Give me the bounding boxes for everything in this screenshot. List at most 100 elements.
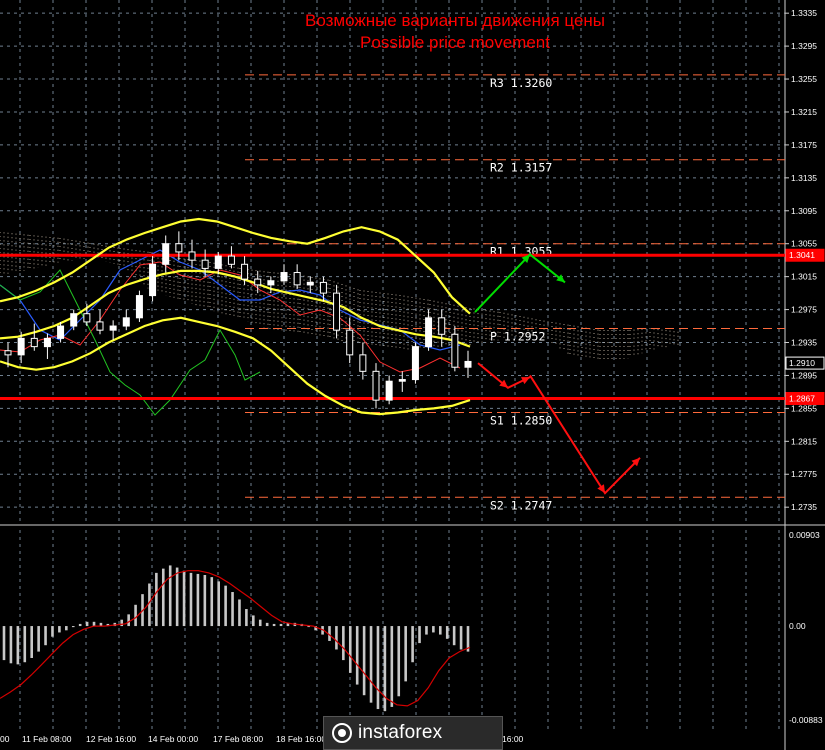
- macd-bar: [272, 623, 276, 627]
- candle-body-down: [30, 337, 38, 348]
- macd-bar: [445, 626, 449, 639]
- x-tick-label: 11 Feb 08:00: [22, 734, 72, 744]
- y-tick-label: 1.3055: [791, 239, 817, 249]
- instaforex-logo: instaforex: [323, 716, 503, 750]
- candle: [135, 290, 143, 322]
- x-tick-label: 16:00: [502, 734, 524, 744]
- candle-body-up: [162, 243, 170, 265]
- macd-bar: [258, 619, 262, 627]
- y-tick-label: 1.2815: [791, 436, 817, 446]
- candle-body-up: [122, 317, 130, 327]
- candle-body-down: [241, 263, 249, 280]
- macd-bar: [348, 626, 352, 673]
- x-tick-label: 14 Feb 00:00: [148, 734, 198, 744]
- x-tick-label: 17 Feb 08:00: [213, 734, 263, 744]
- candle-body-up: [43, 337, 51, 348]
- candle-body-down: [333, 292, 341, 331]
- instaforex-logo-icon: [332, 723, 352, 743]
- candle-body-up: [411, 346, 419, 381]
- macd-bar: [23, 626, 27, 663]
- x-tick-label: 18 Feb 16:00: [276, 734, 326, 744]
- candle-body-down: [346, 329, 354, 356]
- macd-bar: [148, 583, 151, 627]
- macd-bar: [459, 626, 463, 650]
- y-tick-label: 1.3335: [791, 8, 817, 18]
- macd-bar: [418, 626, 421, 644]
- candle-body-down: [359, 354, 367, 372]
- macd-bar: [134, 604, 137, 627]
- macd-axis-label: 0.00: [789, 621, 806, 631]
- macd-bar: [161, 568, 165, 627]
- y-tick-label: 1.3295: [791, 41, 817, 51]
- macd-bar: [127, 614, 130, 627]
- candle-body-up: [306, 281, 314, 286]
- candle-body-up: [425, 317, 433, 348]
- macd-bar: [92, 621, 96, 627]
- macd-bar: [438, 626, 442, 635]
- y-tick-label: 1.2935: [791, 338, 817, 348]
- price-label-text: 1.3041: [789, 250, 815, 260]
- price-label-text: 1.2867: [789, 393, 815, 403]
- macd-bar: [369, 626, 373, 703]
- y-tick-label: 1.3095: [791, 206, 817, 216]
- pivot-label-r3: R3 1.3260: [490, 76, 552, 90]
- macd-bar: [120, 619, 124, 627]
- macd-bar: [217, 581, 220, 627]
- price-chart: R3 1.3260R2 1.3157R1 1.3055P 1.2952S1 1.…: [0, 0, 825, 750]
- macd-bar: [30, 626, 34, 658]
- macd-bar: [71, 626, 75, 628]
- y-tick-label: 1.3015: [791, 272, 817, 282]
- candle-body-down: [372, 370, 380, 401]
- macd-bar: [231, 592, 234, 627]
- pivot-label-s2: S2 1.2747: [490, 498, 552, 512]
- macd-bar: [411, 626, 414, 663]
- macd-bar: [65, 626, 68, 631]
- macd-bar: [335, 626, 338, 650]
- y-tick-label: 1.3215: [791, 107, 817, 117]
- macd-bar: [2, 626, 6, 661]
- macd-bar: [224, 585, 227, 627]
- macd-axis-label: -0.00883: [789, 715, 823, 725]
- y-tick-label: 1.3175: [791, 140, 817, 150]
- x-tick-label: 12 Feb 16:00: [86, 734, 136, 744]
- macd-bar: [155, 572, 158, 627]
- y-tick-label: 1.2775: [791, 469, 817, 479]
- price-label-text: 1.2910: [789, 358, 815, 368]
- macd-bar: [168, 565, 172, 627]
- candle-body-up: [17, 337, 25, 356]
- y-tick-label: 1.3135: [791, 173, 817, 183]
- candle-body-up: [385, 380, 393, 401]
- macd-bar: [85, 621, 89, 627]
- macd-bar: [245, 609, 248, 627]
- candle-body-down: [96, 321, 104, 331]
- y-tick-label: 1.3255: [791, 74, 817, 84]
- candle-body-up: [135, 295, 143, 319]
- instaforex-logo-text: instaforex: [358, 722, 443, 743]
- candle-body-down: [188, 251, 196, 261]
- candle-body-down: [227, 255, 235, 265]
- macd-bar: [279, 623, 283, 627]
- macd-bar: [355, 626, 359, 685]
- macd-bar: [203, 575, 207, 627]
- pivot-label-s1: S1 1.2850: [490, 413, 552, 427]
- candle-body-up: [109, 325, 117, 331]
- macd-bar: [175, 567, 179, 627]
- candle-body-up: [149, 263, 157, 297]
- candle-body-down: [451, 333, 459, 368]
- candle-body-down: [254, 278, 262, 286]
- candle-body-up: [267, 280, 275, 286]
- chart-title-english: Possible price movement: [360, 33, 550, 52]
- macd-bar: [210, 577, 214, 627]
- macd-bar: [238, 599, 241, 627]
- candle-body-up: [57, 325, 65, 339]
- macd-bar: [37, 626, 40, 652]
- macd-bar: [376, 626, 380, 710]
- macd-bar: [51, 626, 54, 637]
- candle-body-down: [438, 317, 446, 335]
- macd-bar: [265, 622, 269, 627]
- macd-bar: [78, 623, 82, 627]
- macd-bar: [16, 626, 20, 665]
- macd-axis-label: 0.00903: [789, 530, 820, 540]
- candle-body-up: [214, 255, 222, 269]
- candle-body-down: [319, 281, 327, 294]
